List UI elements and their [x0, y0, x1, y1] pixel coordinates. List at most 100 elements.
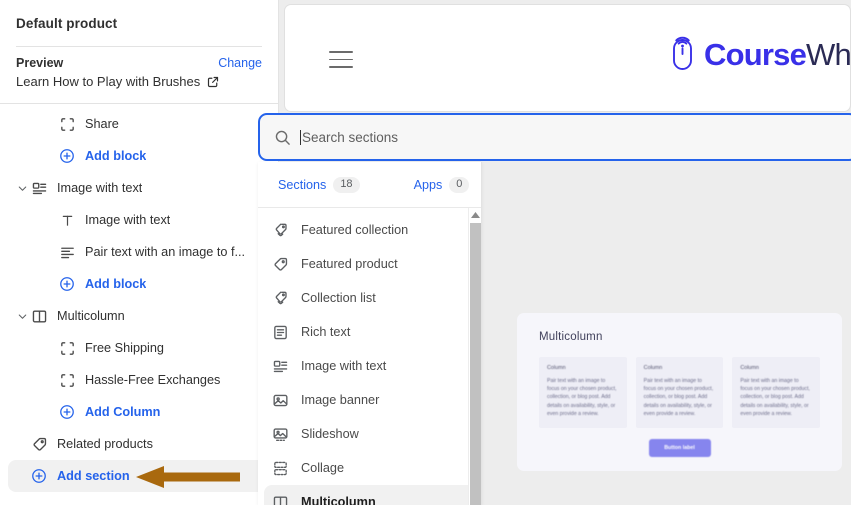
sidebar-item-add-section[interactable]: Add section	[8, 460, 270, 492]
external-link-icon	[207, 76, 219, 88]
section-option-collage[interactable]: Collage	[264, 451, 475, 485]
mouse-signal-icon	[666, 35, 699, 73]
section-option-multicolumn[interactable]: Multicolumn	[264, 485, 475, 505]
sidebar-item-related-products[interactable]: Related products	[8, 428, 270, 460]
text-icon	[58, 211, 76, 229]
preview-column: Column Pair text with an image to focus o…	[539, 357, 627, 429]
tag-stack-icon	[272, 290, 289, 307]
change-preview-link[interactable]: Change	[218, 56, 262, 70]
preview-column-body: Pair text with an image to focus on your…	[643, 378, 714, 417]
sidebar-item-image-with-text[interactable]: Image with text	[8, 204, 270, 236]
section-option-image-banner[interactable]: Image banner	[264, 383, 475, 417]
section-option-collection-list[interactable]: Collection list	[264, 281, 475, 315]
tab-count-badge: 18	[333, 176, 360, 193]
block-placeholder-icon	[58, 339, 76, 357]
sidebar-item-label: Free Shipping	[85, 341, 164, 355]
picker-tabs: Sections 18 Apps 0	[258, 162, 481, 208]
section-option-label: Collection list	[301, 291, 376, 305]
preview-column-heading: Column	[740, 365, 759, 371]
preview-button: Button label	[648, 439, 711, 458]
sidebar-item-label: Multicolumn	[57, 309, 125, 323]
block-placeholder-icon	[58, 371, 76, 389]
sidebar-item-add-block[interactable]: Add block	[8, 140, 270, 172]
image-banner-icon	[272, 392, 289, 409]
chevron-down-icon[interactable]	[14, 180, 30, 196]
add-section-picker-panel: Sections 18 Apps 0 Featured collection Featu…	[258, 162, 482, 505]
preview-target-name[interactable]: Learn How to Play with Brushes	[16, 70, 262, 91]
tag-icon	[272, 256, 289, 273]
scrollbar-thumb[interactable]	[470, 223, 481, 505]
text-cursor	[300, 129, 301, 145]
slideshow-icon	[272, 426, 289, 443]
logo-text: CourseWh	[704, 36, 851, 72]
sidebar-item-share[interactable]: Share	[8, 108, 270, 140]
section-option-label: Multicolumn	[301, 495, 376, 505]
block-placeholder-icon	[58, 115, 76, 133]
chevron-down-icon[interactable]	[14, 308, 30, 324]
section-option-label: Slideshow	[301, 427, 359, 441]
page-title: Default product	[16, 16, 118, 31]
search-sections-field[interactable]: Search sections	[258, 113, 851, 161]
tab-count-badge: 0	[449, 176, 470, 193]
preview-label: Preview	[16, 56, 64, 70]
section-tree: Share Add block Image with text Image with …	[0, 103, 278, 492]
hamburger-menu-icon[interactable]	[329, 51, 353, 68]
section-option-featured-product[interactable]: Featured product	[264, 247, 475, 281]
preview-column-body: Pair text with an image to focus on your…	[547, 378, 617, 417]
logo-text-primary: Course	[704, 36, 807, 72]
left-sidebar: Default product Preview Change Learn How…	[0, 0, 279, 505]
sidebar-item-multicolumn[interactable]: Multicolumn	[8, 300, 270, 332]
sidebar-item-label: Add block	[85, 149, 147, 163]
section-option-label: Image banner	[301, 393, 380, 407]
preview-column: Column Pair text with an image to focus o…	[732, 357, 821, 429]
preview-columns: Column Pair text with an image to focus o…	[539, 357, 821, 429]
tag-icon	[30, 435, 48, 453]
sidebar-item-label: Related products	[57, 437, 153, 451]
multicolumn-icon	[272, 494, 289, 505]
sidebar-item-label: Add section	[57, 469, 130, 483]
section-option-featured-collection[interactable]: Featured collection	[264, 213, 475, 247]
sidebar-item-add-block[interactable]: Add block	[8, 268, 270, 300]
circle-plus-icon	[58, 403, 76, 421]
sections-list: Featured collection Featured product Colle…	[258, 208, 481, 505]
section-option-label: Featured product	[301, 257, 398, 271]
section-option-rich-text[interactable]: Rich text	[264, 315, 475, 349]
preview-section-title: Multicolumn	[539, 331, 603, 343]
section-option-label: Collage	[301, 461, 345, 475]
circle-plus-icon	[58, 275, 76, 293]
tab-sections[interactable]: Sections 18	[278, 176, 360, 193]
tag-stack-icon	[272, 222, 289, 239]
sidebar-item-label: Image with text	[57, 181, 143, 195]
sidebar-item-image-with-text[interactable]: Image with text	[8, 172, 270, 204]
preview-column: Column Pair text with an image to focus o…	[635, 357, 724, 429]
paragraph-icon	[58, 243, 76, 261]
section-option-slideshow[interactable]: Slideshow	[264, 417, 475, 451]
preview-column-heading: Column	[547, 365, 566, 371]
storefront-header-preview: CourseWh	[284, 4, 851, 112]
section-option-label: Rich text	[301, 325, 351, 339]
sidebar-item-label: Share	[85, 117, 119, 131]
store-logo: CourseWh	[666, 35, 851, 73]
sidebar-item-free-shipping[interactable]: Free Shipping	[8, 332, 270, 364]
multicolumn-section-preview: Multicolumn Column Pair text with an imag…	[517, 313, 842, 471]
tab-label: Apps	[413, 177, 443, 192]
search-input[interactable]: Search sections	[302, 130, 398, 145]
tab-label: Sections	[278, 177, 327, 192]
search-icon	[274, 129, 291, 146]
image-with-text-icon	[30, 179, 48, 197]
section-option-label: Image with text	[301, 359, 387, 373]
preview-row: Preview Change	[16, 47, 262, 70]
sidebar-item-add-column[interactable]: Add Column	[8, 396, 270, 428]
sidebar-item-hassle-free-exchanges[interactable]: Hassle-Free Exchanges	[8, 364, 270, 396]
preview-column-body: Pair text with an image to focus on your…	[740, 378, 810, 417]
sidebar-item-label: Hassle-Free Exchanges	[85, 373, 221, 387]
vertical-scrollbar[interactable]	[468, 208, 481, 505]
multicolumn-icon	[30, 307, 48, 325]
tab-apps[interactable]: Apps 0	[413, 176, 470, 193]
scroll-up-arrow-icon[interactable]	[469, 208, 481, 221]
sidebar-item-label: Add Column	[85, 405, 161, 419]
sidebar-header: Default product Preview Change Learn How…	[0, 0, 278, 91]
logo-text-secondary: Wh	[806, 36, 851, 72]
sidebar-item-pair-text-with-an-image-to-f[interactable]: Pair text with an image to f...	[8, 236, 270, 268]
section-option-image-with-text[interactable]: Image with text	[264, 349, 475, 383]
